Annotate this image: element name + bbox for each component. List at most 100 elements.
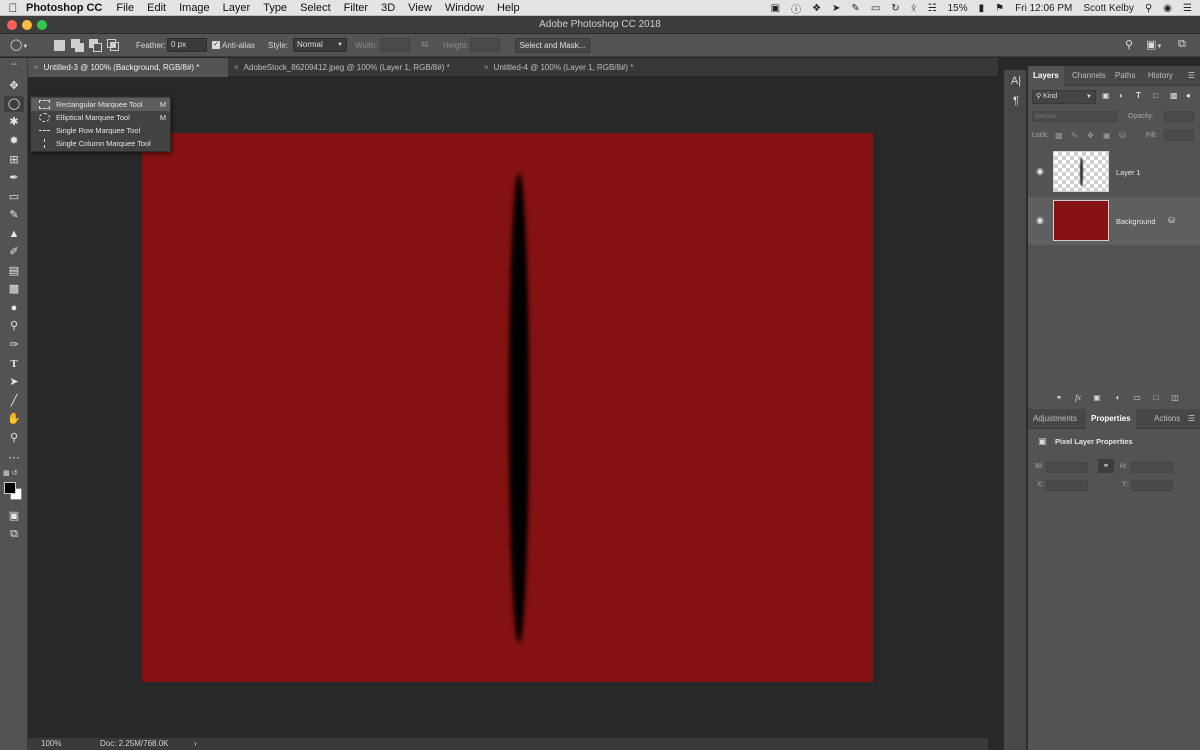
gradient-tool-icon[interactable]: ▩: [4, 281, 24, 297]
menu-window[interactable]: Window: [445, 2, 484, 14]
edit-toolbar-icon[interactable]: ⋯: [4, 450, 24, 466]
lock-all-icon[interactable]: ⛁: [1119, 131, 1126, 140]
w-input[interactable]: [1046, 462, 1088, 473]
menu-select[interactable]: Select: [300, 2, 331, 14]
layer-filter-select[interactable]: ⚲ Kind ▼: [1032, 90, 1096, 104]
close-window-button[interactable]: [7, 20, 17, 30]
quick-selection-tool-icon[interactable]: ✸: [4, 133, 24, 149]
close-tab-icon[interactable]: ×: [484, 63, 489, 72]
subtract-from-selection-icon[interactable]: [89, 39, 103, 52]
rectangular-marquee-tool-item[interactable]: Rectangular Marquee Tool M: [31, 98, 170, 111]
single-row-marquee-tool-item[interactable]: Single Row Marquee Tool: [31, 124, 170, 137]
width-input[interactable]: [380, 38, 410, 52]
minimize-window-button[interactable]: [22, 20, 32, 30]
airplay-icon[interactable]: ▭: [871, 3, 880, 14]
visibility-eye-icon[interactable]: ◉: [1035, 166, 1045, 177]
delete-layer-icon[interactable]: ◫: [1169, 393, 1181, 403]
menu-file[interactable]: File: [116, 2, 134, 14]
document-canvas[interactable]: [142, 133, 873, 682]
swap-width-height-icon[interactable]: ⇆: [421, 39, 429, 50]
character-panel-icon[interactable]: A|: [1009, 75, 1023, 87]
panel-menu-icon[interactable]: ☰: [1188, 71, 1195, 80]
menu-help[interactable]: Help: [497, 2, 520, 14]
blend-mode-select[interactable]: Normal: [1032, 111, 1117, 122]
filter-shape-icon[interactable]: □: [1153, 91, 1158, 100]
tab-history[interactable]: History: [1143, 66, 1178, 86]
elliptical-marquee-tool-item[interactable]: Elliptical Marquee Tool M: [31, 111, 170, 124]
y-input[interactable]: [1131, 480, 1173, 491]
tab-untitled-3[interactable]: × Untitled-3 @ 100% (Background, RGB/8#) …: [28, 58, 228, 77]
menu-filter[interactable]: Filter: [344, 2, 368, 14]
history-brush-tool-icon[interactable]: ✐: [4, 244, 24, 260]
move-tool-icon[interactable]: ✥: [4, 78, 24, 94]
crop-tool-icon[interactable]: ⊞: [4, 152, 24, 168]
tab-adobestock[interactable]: × AdobeStock_86209412.jpeg @ 100% (Layer …: [228, 58, 478, 77]
zoom-window-button[interactable]: [37, 20, 47, 30]
fill-input[interactable]: [1164, 130, 1194, 141]
lasso-tool-icon[interactable]: ✱: [4, 114, 24, 130]
tab-actions[interactable]: Actions: [1149, 409, 1185, 429]
intersect-selection-icon[interactable]: [107, 39, 121, 51]
zoom-tool-icon[interactable]: ⚲: [4, 430, 24, 446]
paragraph-panel-icon[interactable]: ¶: [1009, 95, 1023, 107]
status-menu-arrow-icon[interactable]: ›: [194, 738, 197, 750]
fx-icon[interactable]: fx: [1072, 393, 1084, 403]
doc-size[interactable]: Doc: 2.25M/768.0K: [100, 738, 168, 750]
x-input[interactable]: [1046, 480, 1088, 491]
menu-layer[interactable]: Layer: [223, 2, 251, 14]
clock[interactable]: Fri 12:06 PM: [1015, 3, 1072, 14]
lock-position-icon[interactable]: ✥: [1087, 131, 1094, 140]
layer-name[interactable]: Background: [1116, 217, 1155, 226]
path-selection-tool-icon[interactable]: ➤: [4, 374, 24, 390]
dodge-tool-icon[interactable]: ⚲: [4, 318, 24, 334]
clone-stamp-tool-icon[interactable]: ▲: [4, 226, 24, 242]
foreground-color-swatch[interactable]: [4, 482, 16, 494]
menu-edit[interactable]: Edit: [147, 2, 166, 14]
battery-icon[interactable]: ▮: [979, 3, 985, 14]
tab-paths[interactable]: Paths: [1110, 66, 1140, 86]
antialias-checkbox[interactable]: ✓: [212, 41, 220, 49]
user-name[interactable]: Scott Kelby: [1083, 3, 1134, 14]
default-colors-icon[interactable]: ▩ ↺: [3, 469, 25, 477]
tab-channels[interactable]: Channels: [1067, 66, 1111, 86]
tab-adjustments[interactable]: Adjustments: [1028, 409, 1082, 429]
pen-tool-icon[interactable]: ✑: [4, 337, 24, 353]
h-input[interactable]: [1131, 462, 1173, 473]
type-tool-icon[interactable]: T: [4, 356, 24, 372]
layer-row-layer-1[interactable]: ◉ Layer 1: [1028, 148, 1200, 196]
tab-layers[interactable]: Layers: [1028, 66, 1064, 86]
app-menu[interactable]: Photoshop CC: [26, 2, 102, 14]
pen-tablet-icon[interactable]: ✎: [851, 3, 859, 14]
hand-tool-icon[interactable]: ✋: [4, 411, 24, 427]
height-input[interactable]: [470, 38, 500, 52]
add-to-selection-icon[interactable]: [71, 39, 85, 52]
visibility-eye-icon[interactable]: ◉: [1035, 215, 1045, 226]
single-column-marquee-tool-item[interactable]: Single Column Marquee Tool: [31, 137, 170, 150]
close-tab-icon[interactable]: ×: [234, 63, 239, 72]
frame-tool-icon[interactable]: ▭: [4, 189, 24, 205]
menu-type[interactable]: Type: [263, 2, 287, 14]
tab-untitled-4[interactable]: × Untitled-4 @ 100% (Layer 1, RGB/8#) *: [478, 58, 688, 77]
filter-type-icon[interactable]: T: [1136, 91, 1141, 100]
menu-image[interactable]: Image: [179, 2, 210, 14]
wifi-icon[interactable]: ☵: [928, 3, 937, 14]
brush-tool-icon[interactable]: ✎: [4, 207, 24, 223]
filter-pixel-icon[interactable]: ▣: [1102, 91, 1110, 100]
info-icon[interactable]: ⓘ: [791, 1, 801, 16]
line-tool-icon[interactable]: ╱: [4, 393, 24, 409]
link-layers-icon[interactable]: ⚭: [1053, 393, 1065, 403]
zoom-level[interactable]: 100%: [41, 738, 61, 750]
time-machine-icon[interactable]: ↻: [891, 3, 899, 14]
new-group-icon[interactable]: ▭: [1131, 393, 1143, 403]
adjustment-layer-icon[interactable]: ◐: [1112, 393, 1124, 403]
workspace-icon[interactable]: ▣▼: [1146, 38, 1162, 51]
screen-mode-icon[interactable]: ⧉: [4, 526, 24, 542]
dropbox-icon[interactable]: ❖: [812, 3, 821, 14]
tab-properties[interactable]: Properties: [1086, 409, 1136, 429]
location-icon[interactable]: ➤: [832, 3, 840, 14]
menu-view[interactable]: View: [408, 2, 432, 14]
bluetooth-icon[interactable]: ᛟ: [911, 3, 917, 14]
select-and-mask-button[interactable]: Select and Mask...: [515, 38, 590, 53]
share-icon[interactable]: ⧉: [1178, 38, 1186, 51]
layer-name[interactable]: Layer 1: [1116, 168, 1141, 177]
